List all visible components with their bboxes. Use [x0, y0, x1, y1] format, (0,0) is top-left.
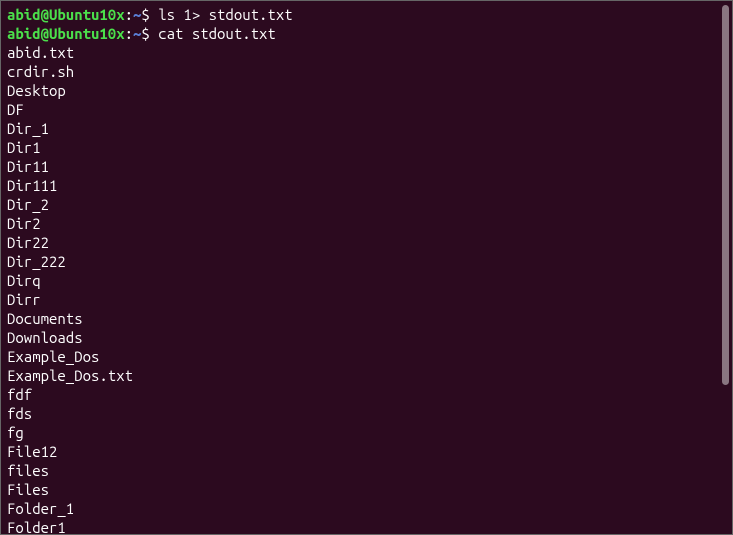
output-line: Files — [7, 480, 726, 499]
output-line: Dir111 — [7, 176, 726, 195]
output-line: fg — [7, 423, 726, 442]
output-line: crdir.sh — [7, 62, 726, 81]
output-line: File12 — [7, 442, 726, 461]
output-line: Dir_222 — [7, 252, 726, 271]
output-line: Dir11 — [7, 157, 726, 176]
output-line: Example_Dos.txt — [7, 366, 726, 385]
output-line: Folder1 — [7, 518, 726, 534]
prompt-userhost: abid@Ubuntu10x — [7, 25, 125, 42]
prompt-dollar: $ — [141, 6, 158, 23]
command-line-2: abid@Ubuntu10x:~$ cat stdout.txt — [7, 24, 726, 43]
output-line: fds — [7, 404, 726, 423]
output-line: DF — [7, 100, 726, 119]
output-line: Folder_1 — [7, 499, 726, 518]
output-line: fdf — [7, 385, 726, 404]
output-line: Documents — [7, 309, 726, 328]
command-line-1: abid@Ubuntu10x:~$ ls 1> stdout.txt — [7, 5, 726, 24]
output-line: Desktop — [7, 81, 726, 100]
prompt-colon: : — [125, 25, 133, 42]
output-line: Dir_2 — [7, 195, 726, 214]
terminal-window[interactable]: abid@Ubuntu10x:~$ ls 1> stdout.txt abid@… — [1, 1, 732, 534]
output-line: Dirr — [7, 290, 726, 309]
output-line: Example_Dos — [7, 347, 726, 366]
output-line: Dir2 — [7, 214, 726, 233]
output-line: Dir1 — [7, 138, 726, 157]
scrollbar-thumb[interactable] — [722, 5, 729, 385]
output-line: abid.txt — [7, 43, 726, 62]
prompt-dollar: $ — [141, 25, 158, 42]
prompt-userhost: abid@Ubuntu10x — [7, 6, 125, 23]
output-line: Downloads — [7, 328, 726, 347]
prompt-colon: : — [125, 6, 133, 23]
output-line: Dir_1 — [7, 119, 726, 138]
command-text-1: ls 1> stdout.txt — [158, 6, 292, 23]
output-line: Dirq — [7, 271, 726, 290]
output-container: abid.txtcrdir.shDesktopDFDir_1Dir1Dir11D… — [7, 43, 726, 534]
output-line: Dir22 — [7, 233, 726, 252]
output-line: files — [7, 461, 726, 480]
command-text-2: cat stdout.txt — [158, 25, 276, 42]
